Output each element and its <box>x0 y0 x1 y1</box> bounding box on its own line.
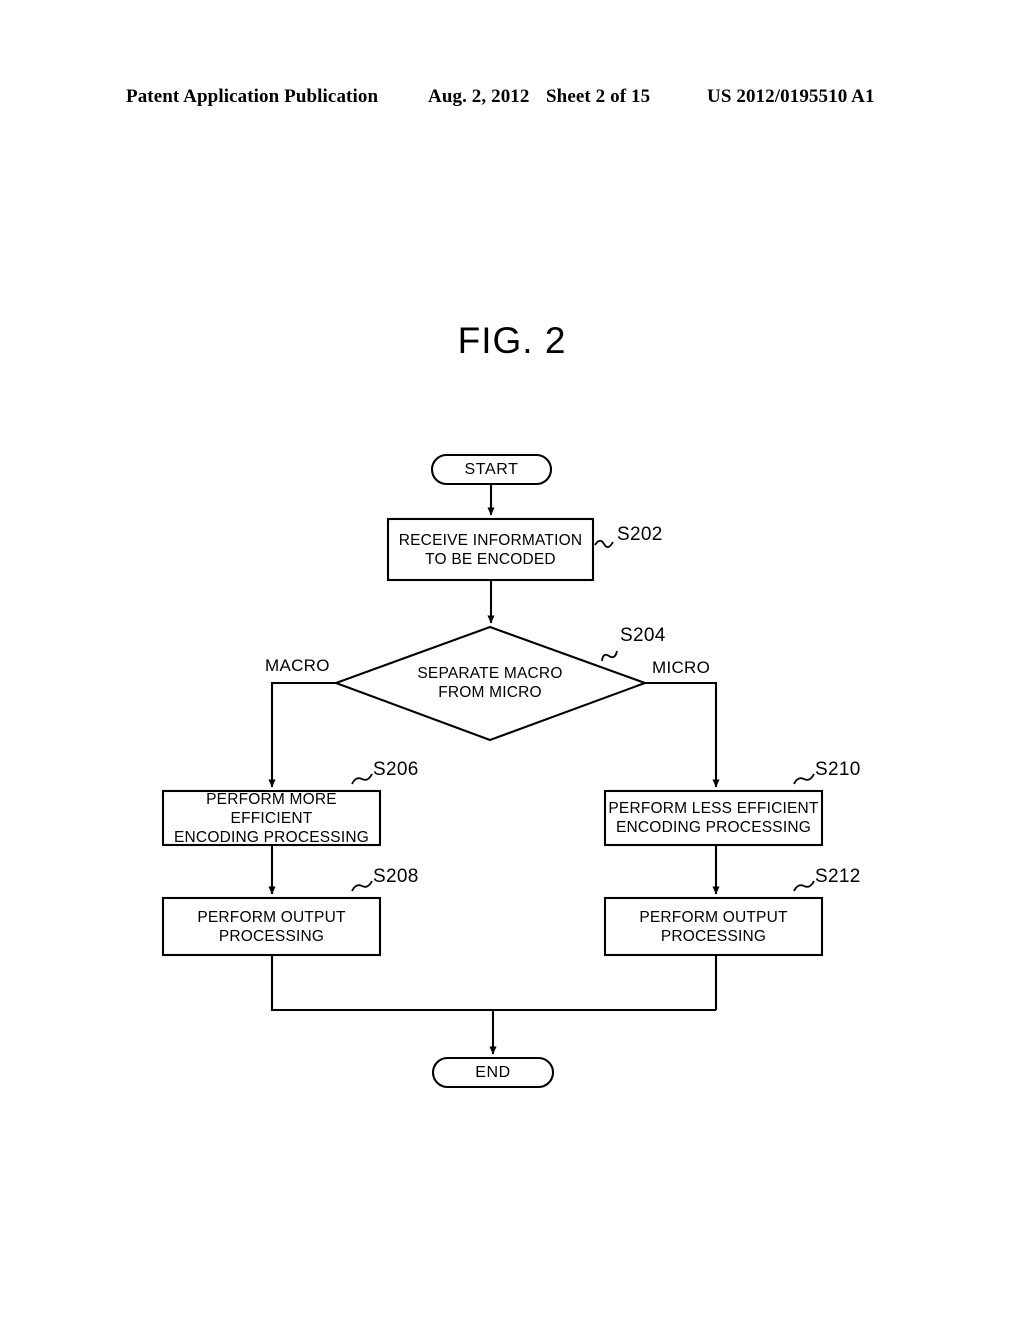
s202-leader-line <box>594 539 614 548</box>
s206-step-number: S206 <box>373 759 419 780</box>
s208-step-number: S208 <box>373 866 419 887</box>
s204-step-number: S204 <box>620 625 666 646</box>
s212-box-label: PERFORM OUTPUT PROCESSING <box>639 908 788 945</box>
s210-box-label: PERFORM LESS EFFICIENT ENCODING PROCESSI… <box>608 800 819 836</box>
s202-step-number: S202 <box>617 524 663 545</box>
connector-micro-branch <box>645 681 720 788</box>
branch-label-macro: MACRO <box>265 656 330 675</box>
s208-leader-line <box>351 880 373 892</box>
s202-box-label: RECEIVE INFORMATION TO BE ENCODED <box>398 531 583 568</box>
connector-macro-branch <box>268 681 336 788</box>
s206-leader-line <box>351 773 373 785</box>
s208-box-label: PERFORM OUTPUT PROCESSING <box>197 908 346 945</box>
start-terminal-label: START <box>464 461 519 478</box>
end-terminal-label: END <box>475 1064 511 1081</box>
s204-leader-line <box>601 650 618 662</box>
connector-s208-to-merge <box>270 955 716 1012</box>
branch-label-micro: MICRO <box>652 658 711 677</box>
s204-diamond-label: SEPARATE MACRO FROM MICRO <box>417 665 563 701</box>
s210-step-number: S210 <box>815 759 861 780</box>
s212-leader-line <box>793 880 815 892</box>
s210-leader-line <box>793 773 815 785</box>
s206-box-label: PERFORM MORE EFFICIENT ENCODING PROCESSI… <box>174 790 369 846</box>
s212-step-number: S212 <box>815 866 861 887</box>
